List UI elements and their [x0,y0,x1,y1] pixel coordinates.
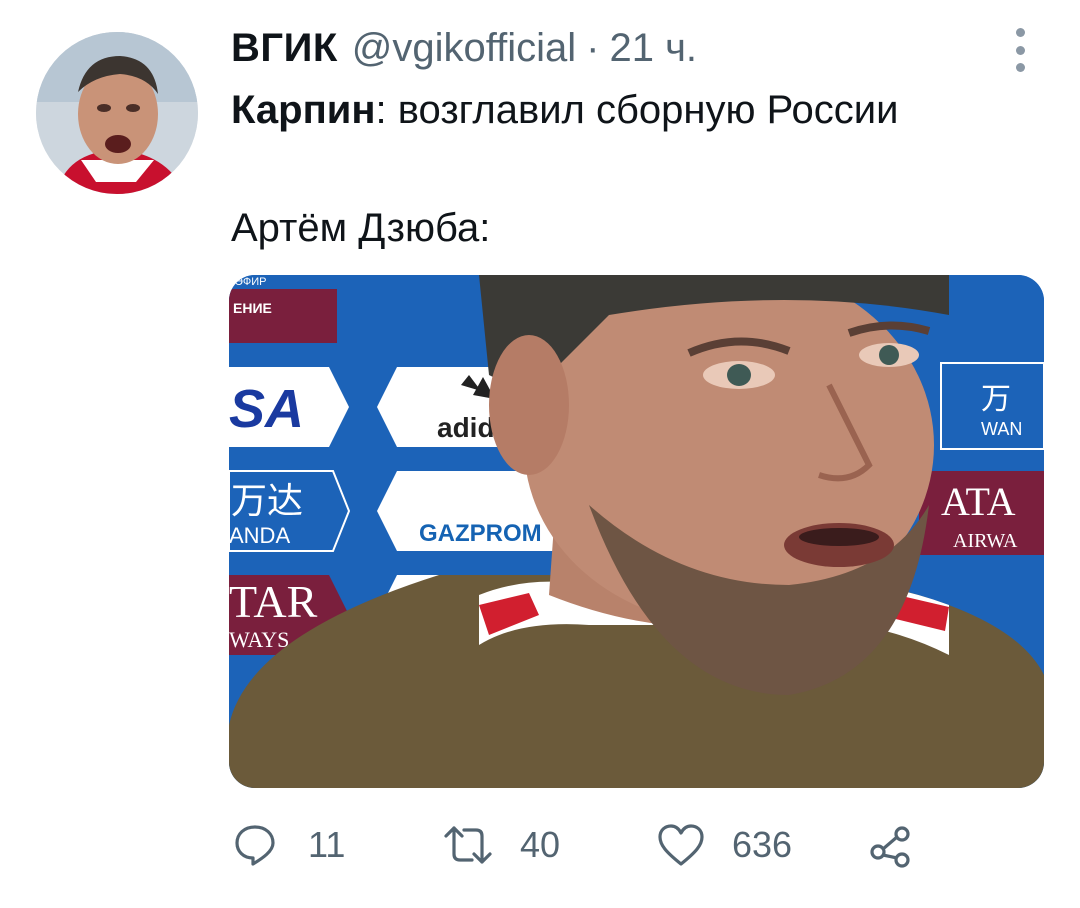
tweet-header: ВГИК @vgikofficial · 21 ч. [231,26,697,71]
tweet-text-bold: Карпин [231,88,376,132]
more-options-icon[interactable] [1008,28,1032,72]
reply-button[interactable]: 11 [232,822,345,868]
tweet-text-line-1: Карпин: возглавил сборную России [231,88,898,133]
tweet-text-line-2: Артём Дзюба: [231,206,491,250]
tweet-text-rest: : возглавил сборную России [375,88,899,132]
board-visa: SA [229,379,304,439]
author-name[interactable]: ВГИК [231,26,338,71]
more-dot [1015,45,1025,55]
retweet-count: 40 [520,824,561,865]
reply-icon [232,822,278,868]
retweet-button[interactable]: 40 [440,822,560,868]
tweet-timestamp[interactable]: 21 ч. [609,26,697,71]
board-wanda: ANDA [229,523,290,548]
board-adidas: adid [437,412,495,443]
author-handle[interactable]: @vgikofficial [352,26,576,71]
like-icon [656,822,706,868]
author-avatar[interactable] [36,32,198,194]
retweet-icon [440,822,496,868]
like-count: 636 [732,824,793,865]
board-wanda-right-cn: 万 [981,383,1011,416]
board-wanda-cn: 万达 [231,480,303,521]
share-icon [868,822,914,868]
like-button[interactable]: 636 [656,822,792,868]
board-tag: ЕНИЕ [233,300,272,316]
board-qatar-left: TAR [229,576,318,627]
board-airways-right: AIRWA [953,530,1018,552]
board-gazprom: GAZPROM [419,520,542,547]
board-qatar-right: ATA [941,479,1016,524]
tweet-action-bar: 11 40 636 [232,822,932,882]
board-label: ЭФИР [235,276,267,288]
board-wanda-right: WAN [981,419,1022,439]
share-button[interactable] [868,822,914,868]
board-airways-left: WAYS [229,627,289,652]
more-dot [1015,28,1025,37]
separator-dot: · [586,26,600,70]
tweet-media-photo[interactable]: ЭФИР ЕНИЕ SA 万达 ANDA TAR WAYS adid GAZPR… [229,275,1044,788]
reply-count: 11 [308,824,346,865]
more-dot [1015,63,1025,72]
